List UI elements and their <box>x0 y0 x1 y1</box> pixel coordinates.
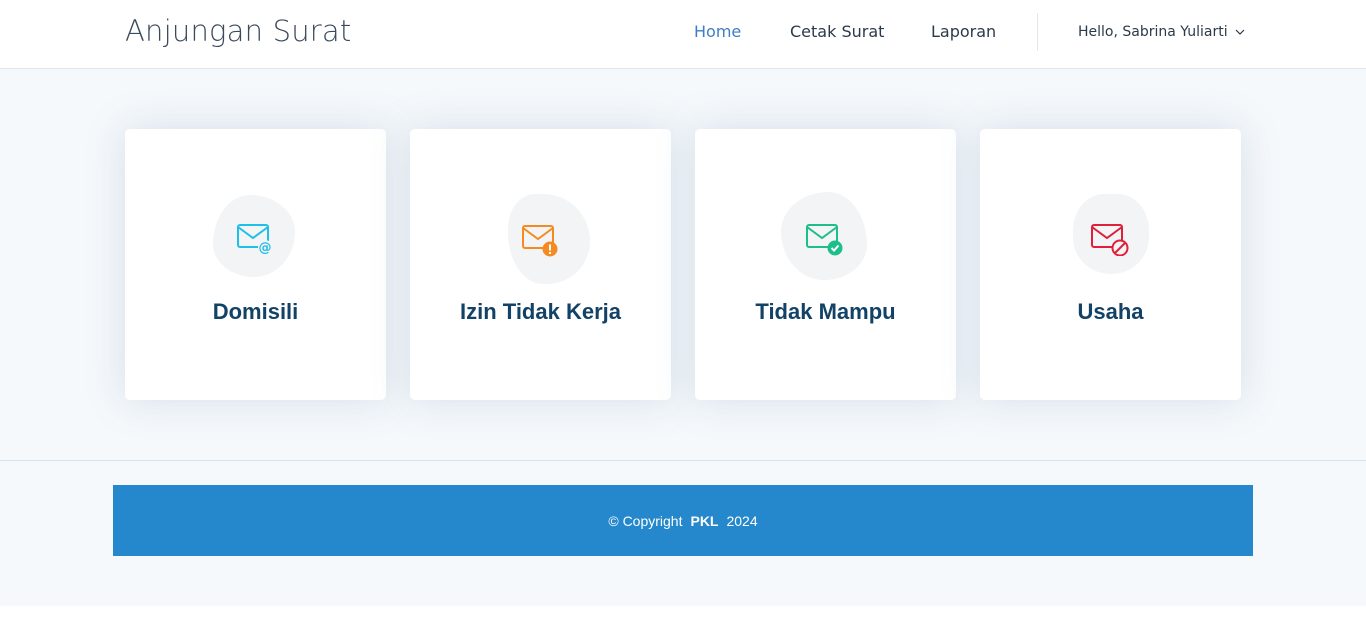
main-section: @ Domisili Izin Tidak Kerja Tidak Mampu … <box>0 69 1366 460</box>
mail-at-icon: @ <box>237 224 272 255</box>
card-usaha[interactable]: Usaha <box>980 129 1241 400</box>
card-title: Usaha <box>1077 299 1144 324</box>
user-greeting: Hello, Sabrina Yuliarti <box>1078 24 1228 40</box>
icon-blob <box>1073 194 1149 274</box>
nav-laporan[interactable]: Laporan <box>931 22 996 41</box>
copyright-bar: © Copyright PKL 2024 <box>113 485 1253 556</box>
icon-blob <box>781 192 867 280</box>
mail-warning-icon <box>522 225 558 257</box>
copyright-prefix: © Copyright <box>608 512 683 529</box>
card-domisili[interactable]: @ Domisili <box>125 129 386 400</box>
mail-check-icon <box>806 224 843 256</box>
card-tidak-mampu[interactable]: Tidak Mampu <box>695 129 956 400</box>
card-title: Domisili <box>212 299 299 324</box>
user-menu[interactable]: Hello, Sabrina Yuliarti <box>1078 24 1246 40</box>
svg-text:@: @ <box>259 241 272 255</box>
icon-blob: @ <box>213 195 295 277</box>
nav-home[interactable]: Home <box>694 22 741 41</box>
site-footer: © Copyright PKL 2024 <box>0 461 1366 606</box>
card-title: Izin Tidak Kerja <box>460 299 621 324</box>
icon-blob <box>508 194 590 284</box>
site-logo[interactable]: Anjungan Surat <box>125 14 351 48</box>
copyright-brand: PKL <box>690 512 719 529</box>
chevron-down-icon <box>1234 26 1246 38</box>
nav-divider <box>1037 13 1038 51</box>
site-header: Anjungan Surat Home Cetak Surat Laporan … <box>0 0 1366 69</box>
card-title: Tidak Mampu <box>755 299 896 324</box>
copyright-year: 2024 <box>726 512 758 529</box>
mail-blocked-icon <box>1091 224 1129 256</box>
nav-cetak-surat[interactable]: Cetak Surat <box>790 22 884 41</box>
card-izin-tidak-kerja[interactable]: Izin Tidak Kerja <box>410 129 671 400</box>
